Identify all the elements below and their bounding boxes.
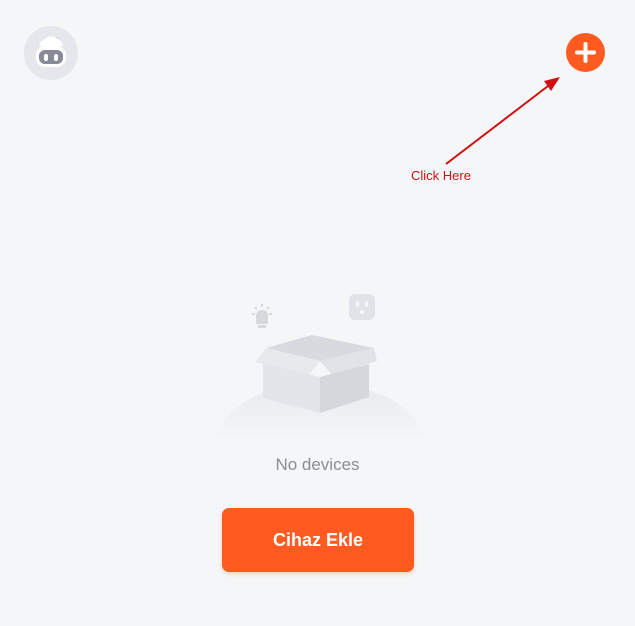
no-devices-message: No devices	[275, 455, 360, 474]
robot-avatar-icon	[24, 26, 78, 80]
empty-illustration	[200, 280, 440, 440]
bulb-icon	[252, 304, 272, 328]
socket-icon	[349, 294, 375, 320]
plus-icon	[575, 42, 596, 63]
add-device-button[interactable]	[566, 33, 605, 72]
add-device-cta-button[interactable]: Cihaz Ekle	[222, 508, 414, 572]
avatar[interactable]	[24, 26, 78, 80]
annotation-label: Click Here	[411, 168, 471, 183]
